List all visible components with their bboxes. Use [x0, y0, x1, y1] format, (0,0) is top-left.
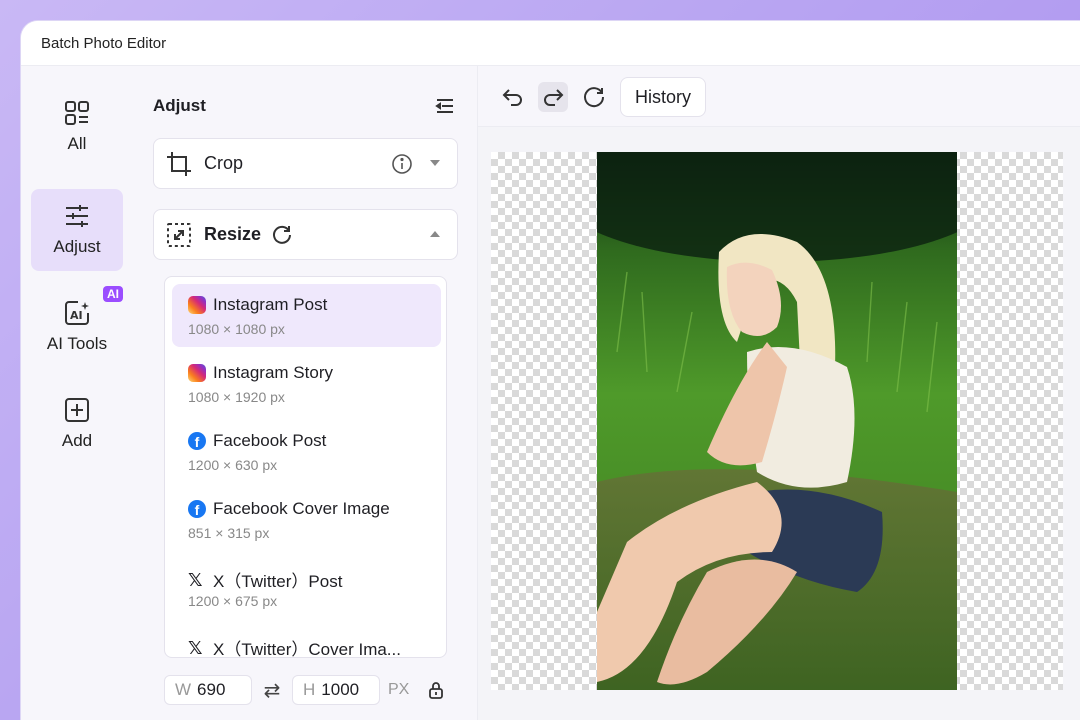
preset-size: 1200 × 675 px	[188, 593, 278, 609]
preset-size: 851 × 315 px	[188, 525, 270, 541]
x-logo-icon: 𝕏	[188, 569, 203, 590]
preset-instagram-story[interactable]: Instagram Story 1080 × 1920 px	[172, 352, 441, 415]
resize-icon	[167, 222, 191, 247]
preset-facebook-cover[interactable]: f Facebook Cover Image 851 × 315 px	[172, 488, 441, 551]
redo-button[interactable]	[538, 82, 568, 112]
preset-size: 1200 × 630 px	[188, 457, 278, 473]
tool-rail: All Adjust AI AI AI Tools Add	[21, 66, 133, 720]
preset-size: 1080 × 1920 px	[188, 389, 285, 405]
canvas-area: History	[478, 66, 1080, 720]
rail-label: Add	[61, 431, 93, 450]
rail-item-ai-tools[interactable]: AI AI AI Tools	[31, 286, 123, 368]
reset-icon[interactable]	[271, 224, 293, 246]
svg-text:AI: AI	[70, 309, 83, 322]
sliders-icon	[66, 205, 88, 227]
collapse-menu-icon[interactable]	[433, 94, 457, 118]
preset-x-post[interactable]: 𝕏 X（Twitter）Post 1200 × 675 px	[172, 556, 441, 619]
crop-icon	[167, 151, 191, 176]
unit-label: PX	[388, 681, 410, 698]
rail-label: AI Tools	[46, 334, 108, 353]
chevron-down-icon[interactable]	[429, 159, 441, 167]
canvas-toolbar: History	[478, 66, 1080, 127]
window-title: Batch Photo Editor	[21, 21, 1080, 66]
panel-title: Adjust	[153, 96, 206, 115]
crop-section[interactable]: Crop	[153, 138, 458, 189]
reset-canvas-button[interactable]	[579, 82, 609, 112]
rail-label: Adjust	[53, 237, 101, 256]
preset-name: Instagram Story	[213, 363, 333, 382]
plus-box-icon	[65, 398, 89, 422]
redo-icon	[544, 89, 564, 106]
instagram-icon	[188, 364, 206, 382]
height-field[interactable]: H 1000	[292, 675, 380, 705]
preset-facebook-post[interactable]: f Facebook Post 1200 × 630 px	[172, 420, 441, 483]
woman-in-grass-photo	[597, 152, 957, 690]
adjust-panel: Adjust Crop Resize Instagram Post 1080 ×…	[133, 66, 478, 720]
preset-name: X（Twitter）Cover Ima...	[213, 640, 401, 658]
width-field[interactable]: W 690	[164, 675, 252, 705]
preset-name: Facebook Cover Image	[213, 499, 390, 518]
lock-icon[interactable]	[427, 681, 445, 699]
transparent-canvas[interactable]	[491, 152, 1063, 690]
refresh-icon	[584, 87, 605, 108]
dimension-controls: W 690 ⇄ H 1000 PX	[164, 675, 445, 705]
resize-label: Resize	[204, 224, 262, 244]
crop-label: Crop	[204, 153, 244, 173]
x-logo-icon: 𝕏	[188, 637, 203, 658]
rail-label: All	[67, 134, 87, 153]
rail-item-all[interactable]: All	[31, 86, 123, 168]
preset-x-cover[interactable]: 𝕏 X（Twitter）Cover Ima...	[172, 624, 441, 658]
preset-name: X（Twitter）Post	[213, 572, 343, 591]
facebook-icon: f	[188, 432, 206, 450]
instagram-icon	[188, 296, 206, 314]
swap-dimensions-icon[interactable]: ⇄	[252, 678, 292, 703]
app-window: Batch Photo Editor All Adjust AI AI AI T…	[20, 20, 1080, 720]
facebook-icon: f	[188, 500, 206, 518]
height-value: 1000	[321, 680, 360, 699]
ai-icon: AI	[65, 301, 89, 325]
width-key: W	[175, 680, 192, 699]
photo-preview[interactable]	[597, 152, 957, 690]
undo-button[interactable]	[498, 82, 528, 112]
rail-item-adjust[interactable]: Adjust	[31, 189, 123, 271]
chevron-up-icon[interactable]	[429, 230, 441, 238]
preset-instagram-post[interactable]: Instagram Post 1080 × 1080 px	[172, 284, 441, 347]
resize-preset-list[interactable]: Instagram Post 1080 × 1080 px Instagram …	[164, 276, 447, 658]
ai-badge: AI	[103, 286, 123, 302]
info-icon[interactable]	[391, 153, 413, 175]
width-value: 690	[197, 680, 226, 699]
height-key: H	[303, 680, 316, 699]
history-button[interactable]: History	[620, 77, 707, 117]
grid-icon	[65, 101, 89, 125]
preset-name: Facebook Post	[213, 431, 327, 450]
undo-icon	[502, 89, 522, 106]
rail-item-add[interactable]: Add	[31, 383, 123, 465]
resize-section[interactable]: Resize	[153, 209, 458, 260]
preset-name: Instagram Post	[213, 295, 328, 314]
preset-size: 1080 × 1080 px	[188, 321, 285, 337]
